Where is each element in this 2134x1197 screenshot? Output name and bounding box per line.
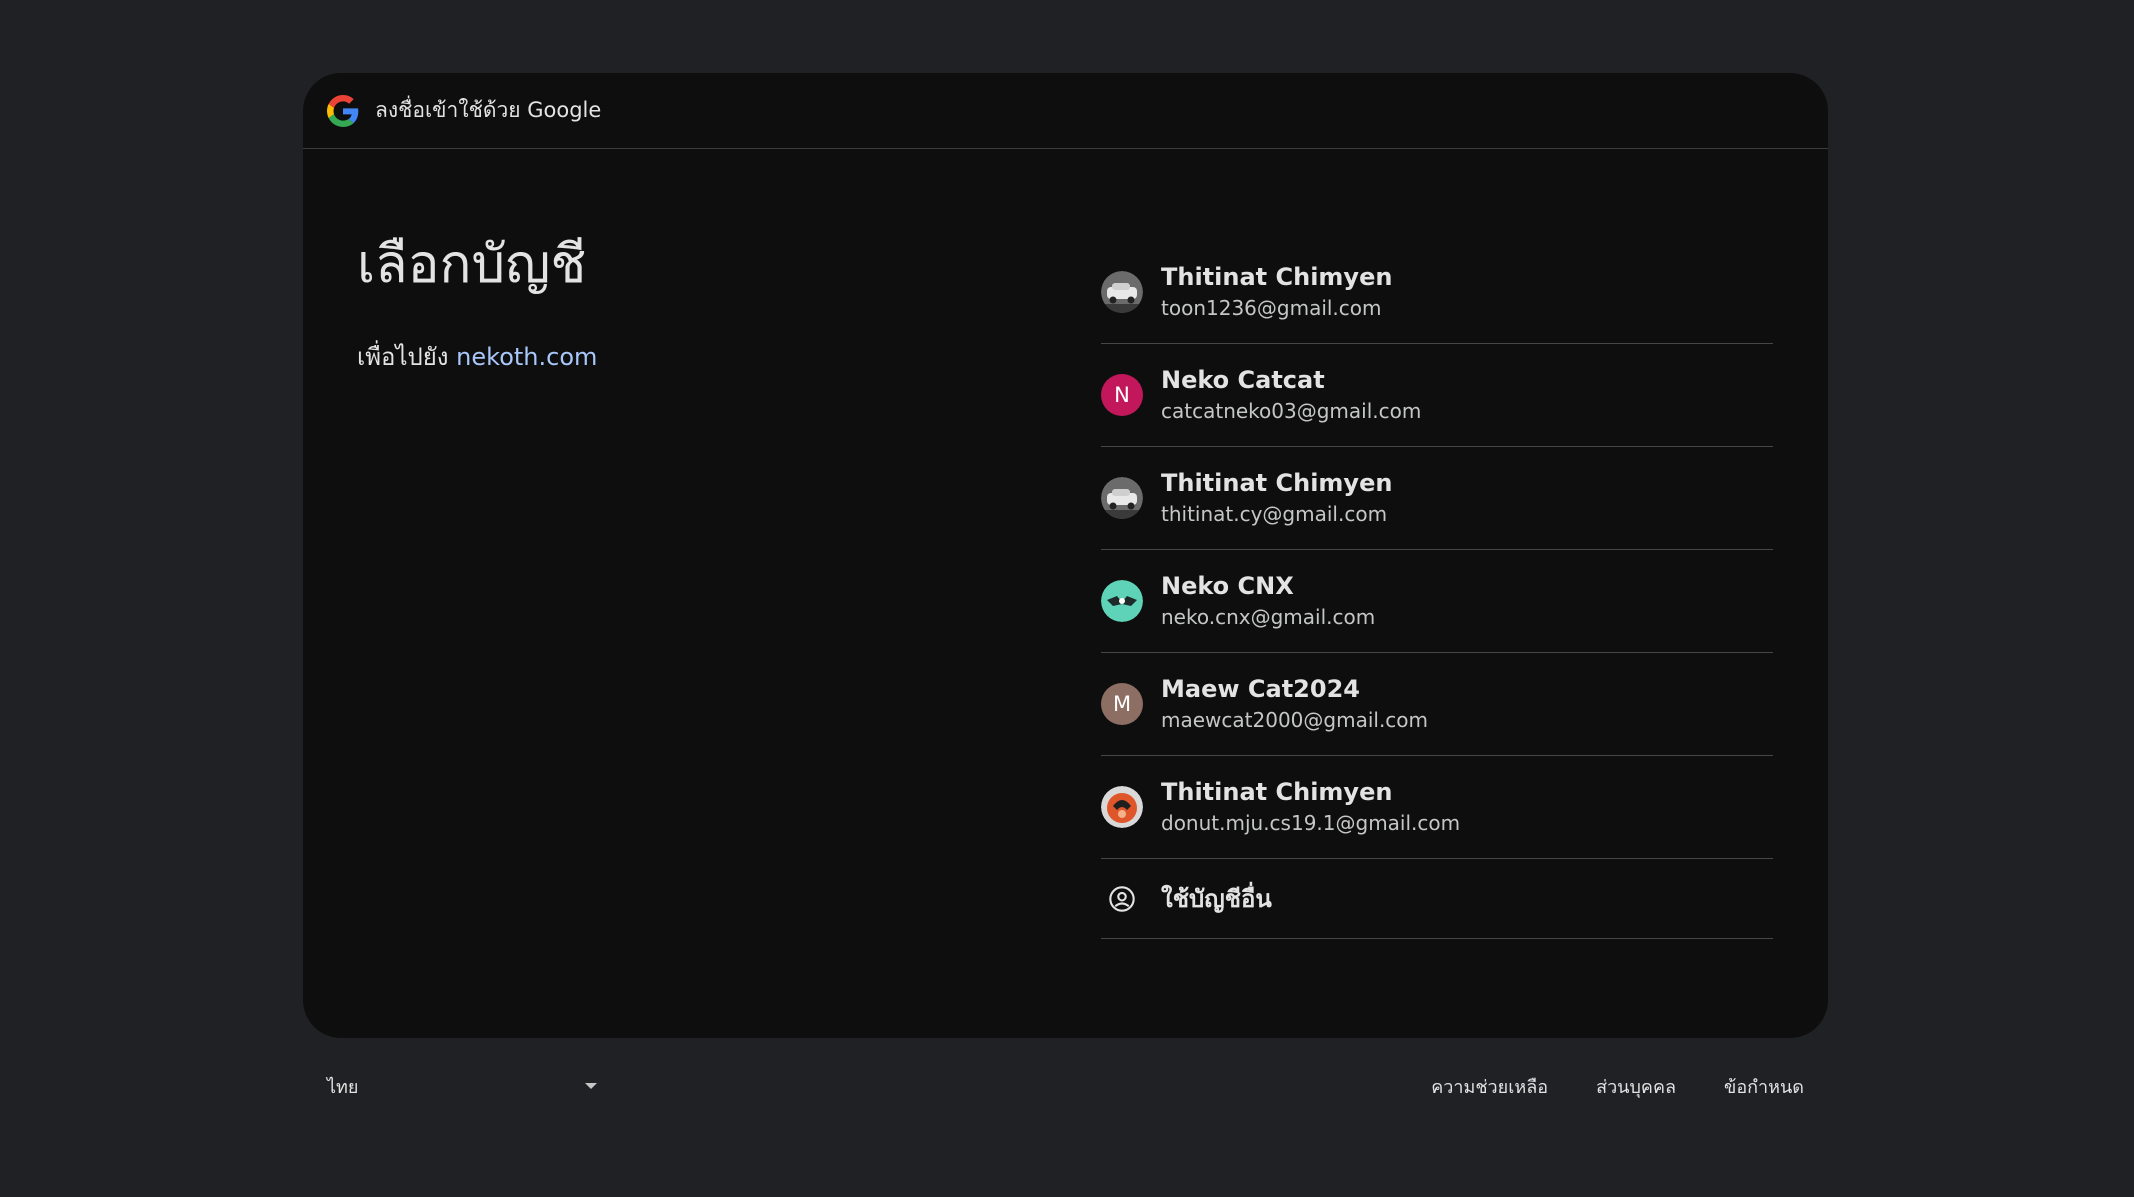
- dropdown-caret-icon: [585, 1083, 597, 1089]
- footer: ไทย ความช่วยเหลือ ส่วนบุคคล ข้อกำหนด: [303, 1070, 1828, 1102]
- avatar-initial: M: [1112, 692, 1132, 716]
- account-email: toon1236@gmail.com: [1161, 295, 1382, 320]
- account-name: Maew Cat2024: [1161, 675, 1360, 704]
- account-item[interactable]: Neko CNX neko.cnx@gmail.com: [1101, 550, 1773, 653]
- account-email: thitinat.cy@gmail.com: [1161, 501, 1388, 526]
- avatar: [1101, 477, 1143, 519]
- avatar: [1101, 786, 1143, 828]
- account-email: maewcat2000@gmail.com: [1161, 707, 1429, 732]
- account-name: Neko Catcat: [1161, 366, 1325, 395]
- page-title: เลือกบัญชี: [357, 234, 587, 295]
- avatar-photo-icon: [1101, 786, 1143, 828]
- account-text: Maew Cat2024 maewcat2000@gmail.com: [1161, 674, 1428, 733]
- avatar: [1101, 271, 1143, 313]
- use-another-account-button[interactable]: ใช้บัญชีอื่น: [1101, 859, 1773, 939]
- google-g-icon: [327, 94, 359, 127]
- footer-links: ความช่วยเหลือ ส่วนบุคคล ข้อกำหนด: [1383, 1072, 1828, 1101]
- account-name: Neko CNX: [1161, 572, 1294, 601]
- page: ลงชื่อเข้าใช้ด้วย Google เลือกบัญชี เพื่…: [0, 0, 2134, 1197]
- subtitle-prefix: เพื่อไปยัง: [357, 342, 449, 371]
- account-circle-icon: [1101, 878, 1143, 920]
- account-text: Neko Catcat catcatneko03@gmail.com: [1161, 365, 1421, 424]
- account-name: Thitinat Chimyen: [1161, 778, 1393, 807]
- language-select[interactable]: ไทย: [303, 1072, 597, 1101]
- account-item[interactable]: Thitinat Chimyen thitinat.cy@gmail.com: [1101, 447, 1773, 550]
- account-email: catcatneko03@gmail.com: [1161, 398, 1422, 423]
- left-column: เลือกบัญชี เพื่อไปยัง nekoth.com: [357, 233, 957, 376]
- privacy-link[interactable]: ส่วนบุคคล: [1596, 1072, 1676, 1101]
- avatar-photo-icon: [1101, 271, 1143, 313]
- avatar-letter: M: [1101, 683, 1143, 725]
- avatar: [1101, 580, 1143, 622]
- account-text: Thitinat Chimyen toon1236@gmail.com: [1161, 262, 1392, 321]
- account-item[interactable]: Thitinat Chimyen donut.mju.cs19.1@gmail.…: [1101, 756, 1773, 859]
- avatar-letter: N: [1101, 374, 1143, 416]
- sign-in-card: ลงชื่อเข้าใช้ด้วย Google เลือกบัญชี เพื่…: [303, 73, 1828, 1038]
- account-text: Thitinat Chimyen thitinat.cy@gmail.com: [1161, 468, 1392, 527]
- avatar-photo-icon: [1101, 477, 1143, 519]
- account-item[interactable]: N Neko Catcat catcatneko03@gmail.com: [1101, 344, 1773, 447]
- account-list: Thitinat Chimyen toon1236@gmail.com N Ne…: [1101, 241, 1773, 939]
- account-email: donut.mju.cs19.1@gmail.com: [1161, 810, 1461, 835]
- account-item[interactable]: M Maew Cat2024 maewcat2000@gmail.com: [1101, 653, 1773, 756]
- account-item[interactable]: Thitinat Chimyen toon1236@gmail.com: [1101, 241, 1773, 344]
- account-text: Thitinat Chimyen donut.mju.cs19.1@gmail.…: [1161, 777, 1460, 836]
- language-label: ไทย: [327, 1076, 359, 1098]
- terms-link[interactable]: ข้อกำหนด: [1724, 1072, 1804, 1101]
- header-title: ลงชื่อเข้าใช้ด้วย Google: [375, 98, 602, 122]
- subtitle: เพื่อไปยัง nekoth.com: [357, 337, 957, 376]
- avatar-photo-icon: [1101, 580, 1143, 622]
- account-email: neko.cnx@gmail.com: [1161, 604, 1376, 629]
- avatar-initial: N: [1114, 383, 1130, 407]
- account-text: Neko CNX neko.cnx@gmail.com: [1161, 571, 1375, 630]
- help-link[interactable]: ความช่วยเหลือ: [1431, 1072, 1548, 1101]
- account-name: Thitinat Chimyen: [1161, 263, 1393, 292]
- use-another-account-label: ใช้บัญชีอื่น: [1161, 885, 1272, 913]
- site-link[interactable]: nekoth.com: [456, 343, 597, 371]
- account-name: Thitinat Chimyen: [1161, 469, 1393, 498]
- card-header: ลงชื่อเข้าใช้ด้วย Google: [303, 73, 1828, 149]
